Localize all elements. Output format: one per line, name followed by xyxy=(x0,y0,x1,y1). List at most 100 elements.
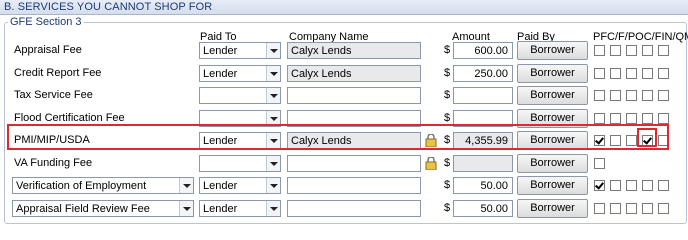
fee-name-value: Verification of Employment xyxy=(16,180,147,192)
company-name-field[interactable] xyxy=(287,155,421,172)
amount-field[interactable]: 250.00 xyxy=(453,65,513,82)
flag-checkbox[interactable] xyxy=(626,113,637,124)
lock-icon[interactable] xyxy=(425,156,437,171)
company-name-field[interactable] xyxy=(287,200,421,217)
fee-row: Verification of Employment Lender $50.00 Bo… xyxy=(0,176,688,196)
flag-checkbox[interactable] xyxy=(610,68,621,79)
fee-row: Appraisal Field Review Fee Lender $50.00 Bo… xyxy=(0,199,688,219)
paid-to-value: Lender xyxy=(203,203,238,215)
group-title: GFE Section 3 xyxy=(8,16,84,28)
flag-checkbox[interactable] xyxy=(658,90,669,101)
flag-checkbox[interactable] xyxy=(626,180,637,191)
amount-field[interactable]: 50.00 xyxy=(453,200,513,217)
flag-checkbox[interactable] xyxy=(642,90,653,101)
flag-checkbox[interactable] xyxy=(642,203,653,214)
flag-checkbox[interactable] xyxy=(594,180,605,191)
fee-name-value: Appraisal Field Review Fee xyxy=(16,203,150,215)
chevron-down-icon[interactable] xyxy=(266,178,280,193)
paid-by-button[interactable]: Borrower xyxy=(517,64,588,83)
flag-checkbox[interactable] xyxy=(658,113,669,124)
flag-checkbox[interactable] xyxy=(610,45,621,56)
amount-field[interactable]: 50.00 xyxy=(453,177,513,194)
company-name-field[interactable] xyxy=(287,87,421,104)
flag-checkbox[interactable] xyxy=(642,68,653,79)
fee-row: VA Funding Fee $ Borrower xyxy=(0,154,688,174)
paid-to-value: Lender xyxy=(203,180,238,192)
currency-symbol: $ xyxy=(444,202,451,214)
amount-value: 50.00 xyxy=(480,180,508,192)
fee-name-dropdown[interactable]: Verification of Employment xyxy=(12,177,194,194)
company-name-field[interactable]: Calyx Lends xyxy=(287,65,421,82)
flag-checkbox[interactable] xyxy=(626,90,637,101)
paid-by-button[interactable]: Borrower xyxy=(517,154,588,173)
flag-checkbox[interactable] xyxy=(658,68,669,79)
fee-name-label: Flood Certification Fee xyxy=(14,112,125,124)
fee-name-label: VA Funding Fee xyxy=(14,157,93,169)
highlight-pmi-row xyxy=(7,124,669,150)
amount-field[interactable] xyxy=(453,87,513,104)
flag-checkbox[interactable] xyxy=(594,45,605,56)
chevron-down-icon[interactable] xyxy=(179,178,193,193)
chevron-down-icon[interactable] xyxy=(266,66,280,81)
paid-to-value: Lender xyxy=(203,45,238,57)
flag-checkbox[interactable] xyxy=(658,203,669,214)
paid-by-button[interactable]: Borrower xyxy=(517,41,588,60)
paid-by-button[interactable]: Borrower xyxy=(517,199,588,218)
paid-to-dropdown[interactable]: Lender xyxy=(199,42,281,59)
paid-to-value: Lender xyxy=(203,68,238,80)
company-name-value: Calyx Lends xyxy=(291,68,352,80)
company-name-field[interactable] xyxy=(287,177,421,194)
amount-value: 600.00 xyxy=(474,45,508,57)
flag-checkbox[interactable] xyxy=(594,90,605,101)
currency-symbol: $ xyxy=(444,44,451,56)
section-title: B. SERVICES YOU CANNOT SHOP FOR xyxy=(4,1,213,13)
flag-checkbox[interactable] xyxy=(642,45,653,56)
chevron-down-icon[interactable] xyxy=(179,201,193,216)
currency-symbol: $ xyxy=(444,157,451,169)
flag-checkbox[interactable] xyxy=(594,113,605,124)
section-header: B. SERVICES YOU CANNOT SHOP FOR xyxy=(0,0,688,15)
paid-by-button[interactable]: Borrower xyxy=(517,86,588,105)
flag-checkbox[interactable] xyxy=(610,203,621,214)
flag-checkbox[interactable] xyxy=(594,68,605,79)
flag-checkbox[interactable] xyxy=(658,45,669,56)
highlight-fin-checkbox xyxy=(637,128,657,147)
paid-by-button[interactable]: Borrower xyxy=(517,176,588,195)
paid-to-dropdown[interactable]: Lender xyxy=(199,177,281,194)
flag-checkbox[interactable] xyxy=(626,45,637,56)
currency-symbol: $ xyxy=(444,179,451,191)
flag-checkbox[interactable] xyxy=(642,180,653,191)
flag-checkbox[interactable] xyxy=(610,180,621,191)
currency-symbol: $ xyxy=(444,89,451,101)
flag-checkbox[interactable] xyxy=(610,113,621,124)
flag-checkbox[interactable] xyxy=(594,203,605,214)
chevron-down-icon[interactable] xyxy=(266,43,280,58)
flag-checkbox[interactable] xyxy=(626,68,637,79)
chevron-down-icon[interactable] xyxy=(266,201,280,216)
flag-checkbox[interactable] xyxy=(594,158,605,169)
paid-to-dropdown[interactable]: Lender xyxy=(199,65,281,82)
chevron-down-icon[interactable] xyxy=(266,88,280,103)
amount-value: 50.00 xyxy=(480,203,508,215)
fee-row: Credit Report Fee Lender Calyx Lends $250.0… xyxy=(0,64,688,84)
flag-checkbox[interactable] xyxy=(642,113,653,124)
amount-field[interactable]: 600.00 xyxy=(453,42,513,59)
paid-to-dropdown[interactable] xyxy=(199,155,281,172)
chevron-down-icon[interactable] xyxy=(266,156,280,171)
currency-symbol: $ xyxy=(444,112,451,124)
fee-name-dropdown[interactable]: Appraisal Field Review Fee xyxy=(12,200,194,217)
flag-checkbox[interactable] xyxy=(626,203,637,214)
company-name-field[interactable]: Calyx Lends xyxy=(287,42,421,59)
amount-value: 250.00 xyxy=(474,68,508,80)
fee-row: Tax Service Fee $ Borrower xyxy=(0,86,688,106)
fee-name-label: Tax Service Fee xyxy=(14,89,93,101)
fee-row: Appraisal Fee Lender Calyx Lends $600.00 Bor… xyxy=(0,41,688,61)
fee-name-label: Credit Report Fee xyxy=(14,67,102,79)
flag-checkbox[interactable] xyxy=(658,180,669,191)
paid-to-dropdown[interactable] xyxy=(199,87,281,104)
flag-checkbox[interactable] xyxy=(610,90,621,101)
amount-field[interactable] xyxy=(453,155,513,172)
paid-to-dropdown[interactable]: Lender xyxy=(199,200,281,217)
currency-symbol: $ xyxy=(444,67,451,79)
company-name-value: Calyx Lends xyxy=(291,45,352,57)
